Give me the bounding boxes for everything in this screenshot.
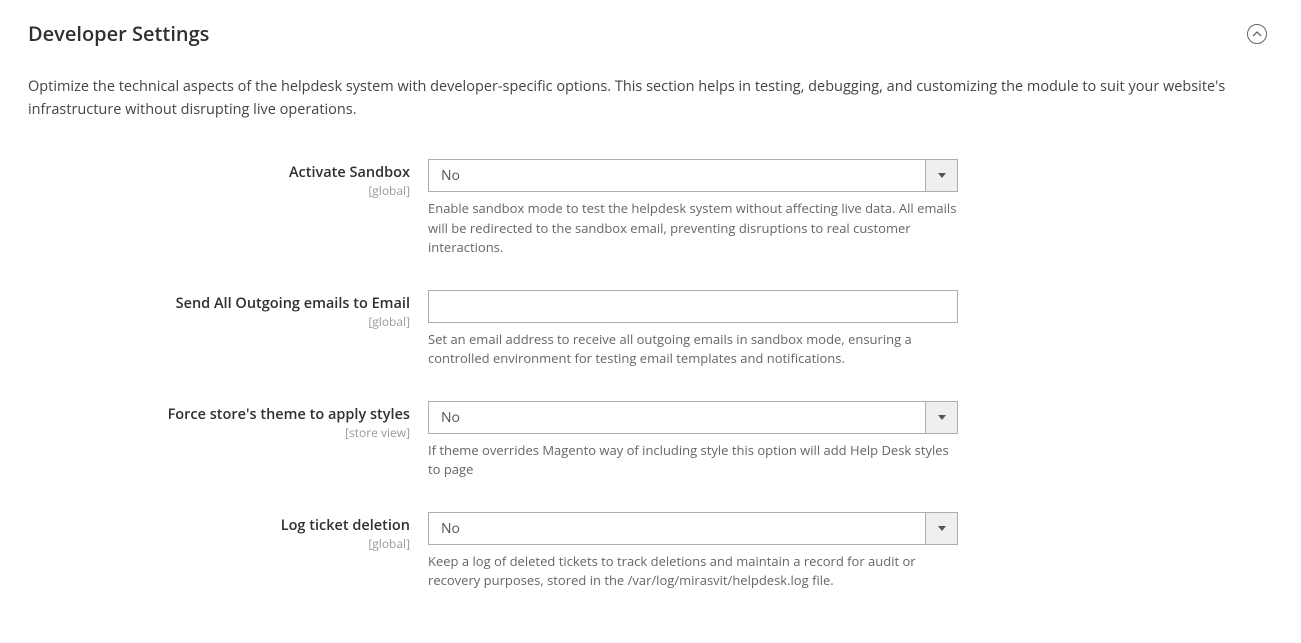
select-wrapper: No — [428, 512, 958, 545]
select-wrapper: No — [428, 159, 958, 192]
control-column: No Enable sandbox mode to test the helpd… — [428, 159, 958, 258]
label-column: Send All Outgoing emails to Email [globa… — [28, 290, 428, 330]
label-column: Force store's theme to apply styles [sto… — [28, 401, 428, 441]
section-header: Developer Settings — [28, 20, 1273, 47]
log-deletion-select[interactable]: No — [428, 512, 958, 545]
control-column: No Keep a log of deleted tickets to trac… — [428, 512, 958, 591]
field-note: Set an email address to receive all outg… — [428, 330, 958, 369]
select-wrapper: No — [428, 401, 958, 434]
control-column: Set an email address to receive all outg… — [428, 290, 958, 369]
field-label-activate-sandbox: Activate Sandbox — [28, 163, 410, 182]
label-column: Log ticket deletion [global] — [28, 512, 428, 552]
field-row-sandbox-email: Send All Outgoing emails to Email [globa… — [28, 290, 1273, 369]
field-scope: [global] — [28, 182, 410, 199]
field-row-log-deletion: Log ticket deletion [global] No Keep a l… — [28, 512, 1273, 591]
field-scope: [store view] — [28, 424, 410, 441]
field-note: Keep a log of deleted tickets to track d… — [428, 552, 958, 591]
field-label-log-deletion: Log ticket deletion — [28, 516, 410, 535]
field-scope: [global] — [28, 535, 410, 552]
section-title: Developer Settings — [28, 20, 209, 47]
sandbox-email-input[interactable] — [428, 290, 958, 323]
field-row-activate-sandbox: Activate Sandbox [global] No Enable sand… — [28, 159, 1273, 258]
field-label-sandbox-email: Send All Outgoing emails to Email — [28, 294, 410, 313]
section-description: Optimize the technical aspects of the he… — [28, 75, 1273, 121]
field-note: Enable sandbox mode to test the helpdesk… — [428, 199, 958, 258]
control-column: No If theme overrides Magento way of inc… — [428, 401, 958, 480]
label-column: Activate Sandbox [global] — [28, 159, 428, 199]
field-scope: [global] — [28, 313, 410, 330]
chevron-up-icon — [1252, 31, 1262, 37]
force-theme-select[interactable]: No — [428, 401, 958, 434]
activate-sandbox-select[interactable]: No — [428, 159, 958, 192]
field-note: If theme overrides Magento way of includ… — [428, 441, 958, 480]
collapse-toggle[interactable] — [1247, 24, 1267, 44]
field-label-force-theme: Force store's theme to apply styles — [28, 405, 410, 424]
field-row-force-theme: Force store's theme to apply styles [sto… — [28, 401, 1273, 480]
